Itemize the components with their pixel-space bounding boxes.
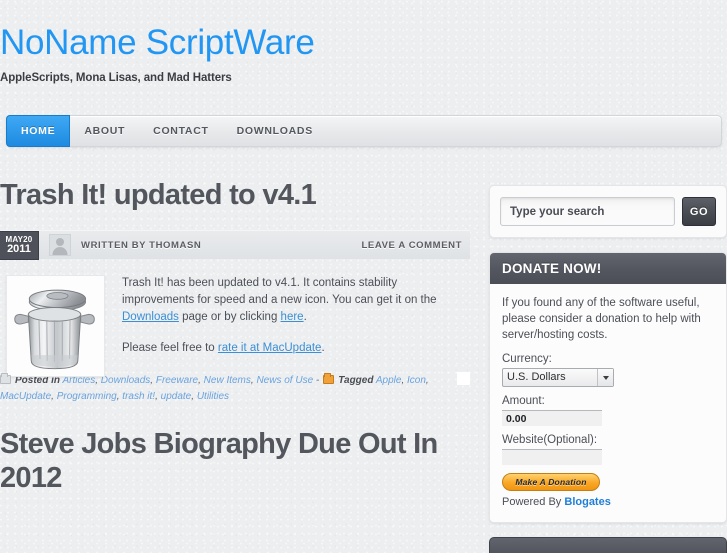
donate-widget: DONATE NOW! If you found any of the soft… [489, 252, 727, 523]
avatar [49, 234, 71, 256]
post-title[interactable]: Trash It! updated to v4.1 [0, 178, 470, 212]
currency-label: Currency: [502, 353, 714, 365]
website-label: Website(Optional): [502, 434, 714, 446]
website-input[interactable] [502, 449, 602, 465]
leave-a-comment-link[interactable]: LEAVE A COMMENT [362, 240, 462, 251]
tag-link-programming[interactable]: Programming [57, 391, 117, 402]
p1-text-1: Trash It! has been updated to v4.1. It c… [122, 277, 437, 306]
search-widget: GO [489, 185, 727, 238]
post-paragraph-1: Trash It! has been updated to v4.1. It c… [122, 275, 458, 326]
search-input[interactable] [500, 197, 675, 226]
search-go-button[interactable]: GO [682, 197, 716, 226]
site-header: NoName ScriptWare AppleScripts, Mona Lis… [0, 0, 727, 100]
post-body: Trash It! has been updated to v4.1. It c… [0, 275, 470, 357]
post-paragraph-2: Please feel free to rate it at MacUpdate… [122, 340, 458, 357]
amount-input[interactable] [502, 410, 602, 426]
main-navigation: HOME ABOUT CONTACT DOWNLOADS [6, 115, 722, 147]
nav-item-downloads[interactable]: DOWNLOADS [223, 116, 327, 146]
placeholder-square [457, 372, 470, 385]
amount-label: Amount: [502, 395, 714, 407]
powered-by: Powered By Blogates [502, 496, 714, 508]
category-link-downloads[interactable]: Downloads [101, 375, 150, 386]
folder-icon [0, 375, 11, 384]
post-author: WRITTEN BY THOMASN [81, 240, 201, 251]
category-link-news-of-use[interactable]: News of Use [256, 375, 313, 386]
tag-link-apple[interactable]: Apple [376, 375, 402, 386]
site-title[interactable]: NoName ScriptWare [0, 18, 727, 62]
p2-text-2: . [321, 342, 324, 354]
chevron-down-icon[interactable] [597, 369, 613, 386]
downloads-link[interactable]: Downloads [122, 311, 179, 323]
category-link-new-items[interactable]: New Items [204, 375, 251, 386]
sidebar: GO DONATE NOW! If you found any of the s… [489, 185, 727, 553]
nav-item-about[interactable]: ABOUT [70, 116, 139, 146]
post-date-year: 2011 [0, 244, 38, 255]
donate-widget-body: If you found any of the software useful,… [490, 284, 726, 522]
site-description: AppleScripts, Mona Lisas, and Mad Hatter… [0, 72, 727, 84]
donate-widget-title: DONATE NOW! [490, 253, 726, 284]
tag-link-icon[interactable]: Icon [407, 375, 426, 386]
blogates-link[interactable]: Blogates [564, 496, 610, 508]
category-link-freeware[interactable]: Freeware [156, 375, 198, 386]
tag-link-utilities[interactable]: Utilities [197, 391, 229, 402]
p1-text-2: page or by clicking [179, 311, 281, 323]
macupdate-rate-link[interactable]: rate it at MacUpdate [218, 342, 322, 354]
currency-selected-value: U.S. Dollars [507, 371, 566, 383]
p1-text-3: . [304, 311, 307, 323]
currency-select[interactable]: U.S. Dollars [502, 368, 614, 387]
tag-link-trash-it[interactable]: trash it! [122, 391, 155, 402]
post-meta-bar: MAY20 2011 WRITTEN BY THOMASN LEAVE A CO… [0, 230, 470, 259]
post-date-badge: MAY20 2011 [0, 231, 39, 260]
p2-text-1: Please feel free to [122, 342, 218, 354]
tag-icon [323, 375, 334, 384]
taxonomy-separator: - [316, 375, 319, 386]
tag-link-update[interactable]: update [161, 391, 192, 402]
tagged-label: Tagged [338, 375, 373, 386]
make-a-donation-button[interactable]: Make A Donation [502, 473, 600, 491]
donate-description: If you found any of the software useful,… [502, 295, 714, 343]
tag-link-macupdate[interactable]: MacUpdate [0, 391, 51, 402]
page-root: NoName ScriptWare AppleScripts, Mona Lis… [0, 0, 727, 545]
next-widget-header [489, 537, 727, 553]
post-title-2[interactable]: Steve Jobs Biography Due Out In 2012 [0, 427, 470, 495]
post-text: Trash It! has been updated to v4.1. It c… [122, 275, 470, 357]
here-link[interactable]: here [281, 311, 304, 323]
nav-list: HOME ABOUT CONTACT DOWNLOADS [7, 116, 721, 146]
main-column: Trash It! updated to v4.1 MAY20 2011 WRI… [0, 160, 470, 495]
nav-item-contact[interactable]: CONTACT [139, 116, 222, 146]
trash-can-icon [6, 275, 105, 377]
powered-by-prefix: Powered By [502, 496, 564, 508]
nav-item-home[interactable]: HOME [6, 115, 70, 147]
